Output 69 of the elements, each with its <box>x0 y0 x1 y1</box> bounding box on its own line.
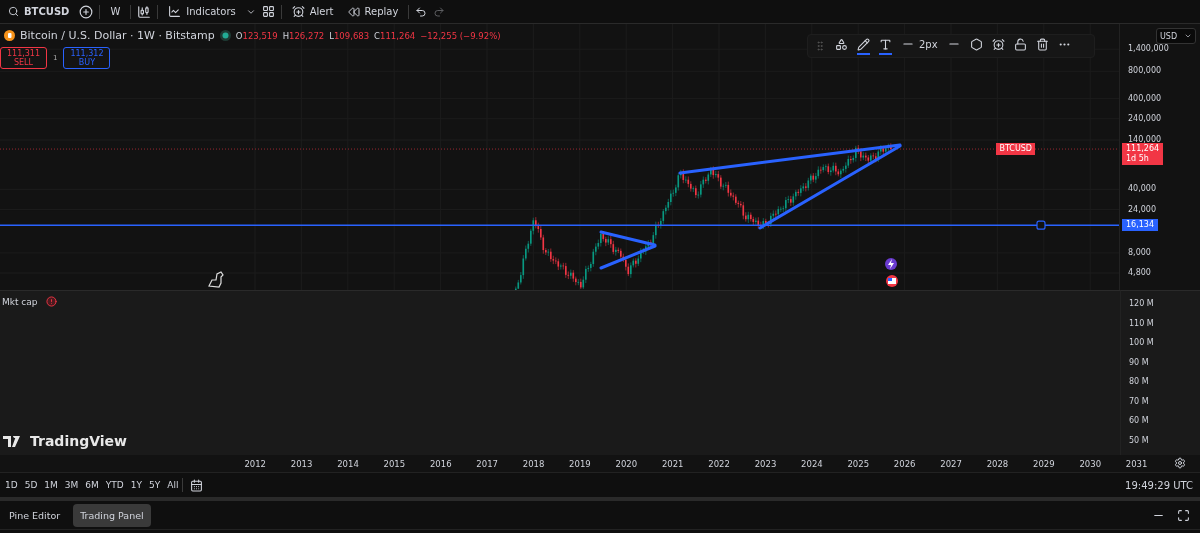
range-button[interactable]: 5D <box>21 478 41 492</box>
price-label: 40,000 <box>1128 184 1156 194</box>
year-label: 2023 <box>753 458 778 469</box>
price-label: 1,400,000 <box>1128 44 1169 54</box>
price-change: −12,255 (−9.92%) <box>420 30 501 41</box>
panel-tab[interactable]: Trading Panel <box>73 503 151 527</box>
price-label: 8,000 <box>1128 247 1151 257</box>
price-label: 800,000 <box>1128 66 1162 76</box>
price-label: 4,800 <box>1128 268 1151 277</box>
symbol-search[interactable]: BTCUSD <box>4 4 74 19</box>
year-label: 2020 <box>614 458 639 469</box>
market-cap-label: 50 M <box>1128 435 1150 447</box>
year-label: 2030 <box>1078 458 1103 469</box>
market-cap-label: 90 M <box>1128 357 1150 369</box>
market-cap-label: 100 M <box>1128 338 1155 349</box>
year-label: 2015 <box>382 458 407 469</box>
ohlc-value: O123,519 <box>235 30 278 41</box>
year-label: 2018 <box>521 458 546 469</box>
sell-button[interactable]: 111,311 SELL <box>0 47 47 69</box>
indicator-title: Mkt cap <box>2 296 38 307</box>
year-label: 2022 <box>707 458 731 469</box>
market-cap-label: 70 M <box>1128 396 1150 408</box>
price-label: 140,000 <box>1128 135 1162 144</box>
range-button[interactable]: All <box>164 478 182 492</box>
year-label: 2019 <box>568 458 592 469</box>
market-cap-label: 60 M <box>1128 416 1150 427</box>
year-label: 2029 <box>1032 458 1056 469</box>
year-label: 2016 <box>428 458 453 469</box>
brand-name: TradingView <box>30 433 127 449</box>
panel-tab[interactable]: Pine Editor <box>2 503 68 527</box>
year-label: 2031 <box>1124 458 1149 469</box>
replay-button[interactable]: Replay <box>343 3 403 20</box>
year-label: 2012 <box>243 458 267 469</box>
clock-time: 19:49:29 UTC <box>1125 479 1194 491</box>
year-label: 2014 <box>336 458 360 469</box>
line-price-badge: 16,134 <box>1122 219 1158 232</box>
range-button[interactable]: YTD <box>102 478 127 492</box>
indicators-button[interactable]: Indicators <box>164 3 240 20</box>
range-button[interactable]: 1Y <box>127 478 145 492</box>
year-label: 2026 <box>892 458 917 469</box>
ohlc-value: C111,264 <box>374 30 416 41</box>
year-label: 2017 <box>475 458 499 469</box>
range-button[interactable]: 5Y <box>146 478 164 492</box>
range-button[interactable]: 1D <box>2 478 21 492</box>
interval-button[interactable]: W <box>106 4 125 19</box>
price-label: 240,000 <box>1128 113 1162 123</box>
price-label: 24,000 <box>1128 204 1156 214</box>
currency-dropdown[interactable]: USD <box>1156 28 1196 44</box>
symbol-label: BTCUSD <box>996 143 1035 156</box>
market-cap-label: 110 M <box>1128 318 1155 330</box>
line-width-button[interactable]: 2px <box>901 37 938 55</box>
symbol-title: Bitcoin / U.S. Dollar · 1W · Bitstamp <box>20 29 215 42</box>
range-button[interactable]: 6M <box>82 478 102 492</box>
last-price-badge: 111,264 1d 5h <box>1122 143 1164 166</box>
range-button[interactable]: 1M <box>41 478 61 492</box>
ohlc-value: H126,272 <box>282 30 325 41</box>
year-label: 2027 <box>939 458 963 469</box>
year-label: 2028 <box>985 458 1010 469</box>
range-button[interactable]: 3M <box>61 478 82 492</box>
market-cap-label: 80 M <box>1128 377 1150 388</box>
price-label: 400,000 <box>1128 93 1162 103</box>
year-label: 2025 <box>846 458 871 469</box>
year-label: 2024 <box>800 458 824 469</box>
year-label: 2013 <box>289 458 314 469</box>
buy-button[interactable]: 111,312 BUY <box>63 47 111 69</box>
alert-button[interactable]: Alert <box>287 3 338 20</box>
market-cap-label: 120 M <box>1128 299 1155 310</box>
ohlc-value: L109,683 <box>329 30 370 41</box>
year-label: 2021 <box>660 458 685 469</box>
